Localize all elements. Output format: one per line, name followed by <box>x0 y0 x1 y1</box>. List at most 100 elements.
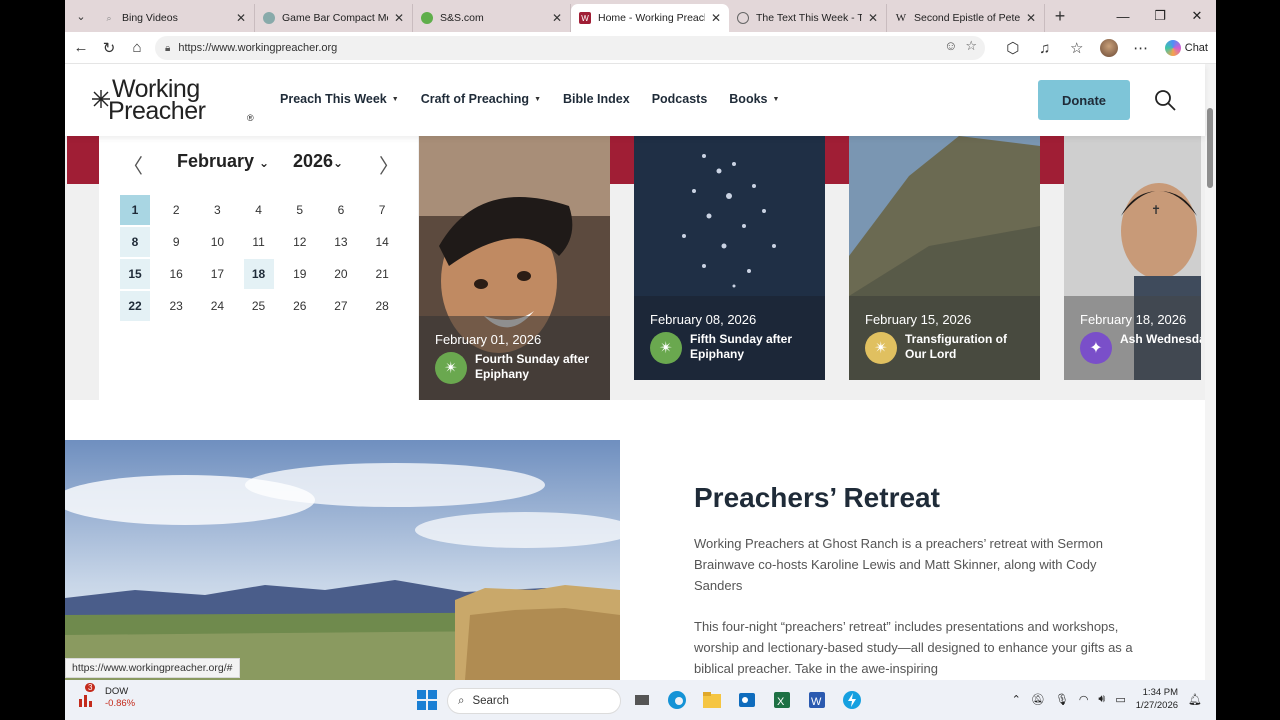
tab-textweek[interactable]: The Text This Week - Textweek ✕ <box>729 4 887 32</box>
refresh-icon[interactable]: ↻ <box>95 34 123 62</box>
tab-wikipedia[interactable]: W Second Epistle of Peter - Wikipedia ✕ <box>887 4 1045 32</box>
calendar-day[interactable]: 19 <box>285 259 315 289</box>
event-card-2[interactable]: February 08, 2026 ✴︎ Fifth Sunday after … <box>634 136 825 380</box>
retreat-paragraph-2: This four-night “preachers’ retreat” inc… <box>694 619 1133 676</box>
nav-craft-of-preaching[interactable]: Craft of Preaching ▼ <box>421 92 541 106</box>
url-text[interactable]: https://www.workingpreacher.org <box>178 42 337 54</box>
working-preacher-icon: W <box>579 12 591 24</box>
calendar-day[interactable]: 13 <box>326 227 356 257</box>
calendar-day[interactable]: 22 <box>120 291 150 321</box>
calendar-day[interactable]: 3 <box>202 195 232 225</box>
close-icon[interactable]: ✕ <box>552 11 562 25</box>
edge-browser-icon[interactable] <box>666 689 688 711</box>
close-icon[interactable]: ✕ <box>868 11 878 25</box>
nav-bible-index[interactable]: Bible Index <box>563 92 630 106</box>
calendar-day[interactable]: 15 <box>120 259 150 289</box>
profile-button[interactable] <box>1095 34 1123 62</box>
tab-bing-videos[interactable]: ⌕ Bing Videos ✕ <box>95 4 255 32</box>
calendar-day[interactable]: 4 <box>244 195 274 225</box>
excel-icon[interactable]: X <box>771 689 793 711</box>
calendar-day[interactable]: 23 <box>161 291 191 321</box>
calendar-day[interactable]: 2 <box>161 195 191 225</box>
calendar-day[interactable]: 10 <box>202 227 232 257</box>
extensions-icon[interactable]: ⬡ <box>999 34 1027 62</box>
close-icon[interactable]: ✕ <box>236 11 246 25</box>
tab-sands[interactable]: S&S.com ✕ <box>413 4 571 32</box>
stock-change: -0.86% <box>105 698 136 709</box>
tab-game-bar[interactable]: Game Bar Compact Mode ✕ <box>255 4 413 32</box>
event-card-4[interactable]: ✝ February 18, 2026 ✦ Ash Wednesday <box>1064 136 1201 380</box>
calendar-day[interactable]: 12 <box>285 227 315 257</box>
close-icon[interactable]: ✕ <box>711 11 721 25</box>
close-icon[interactable]: ✕ <box>394 11 404 25</box>
calendar-day[interactable]: 5 <box>285 195 315 225</box>
volume-icon[interactable]: 🔊︎ <box>1098 693 1105 706</box>
clock[interactable]: 1:34 PM 1/27/2026 <box>1136 686 1178 712</box>
app-bolt-icon[interactable] <box>841 689 863 711</box>
donate-button[interactable]: Donate <box>1038 80 1130 120</box>
nav-books[interactable]: Books ▼ <box>729 92 779 106</box>
address-bar[interactable]: 🔒︎ https://www.workingpreacher.org ☺ ☆ <box>155 36 985 60</box>
more-options-icon[interactable]: ⋯ <box>1127 34 1155 62</box>
calendar-day[interactable]: 9 <box>161 227 191 257</box>
calendar-day[interactable]: 21 <box>367 259 397 289</box>
site-info-icon[interactable]: 🔒︎ <box>165 43 170 54</box>
calendar-day[interactable]: 16 <box>161 259 191 289</box>
stock-widget[interactable]: 3 DOW -0.86% <box>77 683 136 710</box>
favorite-star-icon[interactable]: ☆ <box>965 38 977 54</box>
next-month-chevron-icon[interactable]: 〉 <box>379 150 399 179</box>
copilot-chat-button[interactable]: Chat <box>1164 40 1208 56</box>
calendar-day[interactable]: 1 <box>120 195 150 225</box>
search-icon[interactable] <box>1153 88 1177 112</box>
calendar-day[interactable]: 11 <box>244 227 274 257</box>
notifications-off-icon[interactable]: 🔕︎ <box>1031 693 1045 706</box>
close-icon[interactable]: ✕ <box>1026 11 1036 25</box>
minimize-button[interactable]: — <box>1105 0 1141 32</box>
restore-button[interactable]: ❐ <box>1142 0 1178 32</box>
month-select[interactable]: February ⌄ <box>177 151 269 172</box>
prev-month-chevron-icon[interactable]: 〈 <box>123 150 143 179</box>
calendar-day[interactable]: 7 <box>367 195 397 225</box>
calendar-day[interactable]: 14 <box>367 227 397 257</box>
start-windows-icon[interactable] <box>416 689 438 711</box>
lectionary-calendar-section: 〈 February ⌄ 2026⌄ 〉 1 2 3 4 5 6 7 8 9 10 11 12 13 14… <box>65 136 1205 400</box>
home-icon[interactable]: ⌂ <box>123 34 151 62</box>
close-window-button[interactable]: ✕ <box>1179 0 1215 32</box>
task-view-icon[interactable] <box>631 689 653 711</box>
calendar-day[interactable]: 25 <box>244 291 274 321</box>
back-arrow-icon[interactable]: ← <box>67 34 95 62</box>
file-explorer-icon[interactable] <box>701 689 723 711</box>
scrollbar-thumb[interactable] <box>1207 108 1213 188</box>
tab-label: Bing Videos <box>122 12 178 24</box>
calendar-day[interactable]: 6 <box>326 195 356 225</box>
calendar-day[interactable]: 20 <box>326 259 356 289</box>
favorites-icon[interactable]: ☆ <box>1063 34 1091 62</box>
nav-podcasts[interactable]: Podcasts <box>652 92 708 106</box>
calendar-day[interactable]: 8 <box>120 227 150 257</box>
calendar-day[interactable]: 17 <box>202 259 232 289</box>
calendar-day[interactable]: 27 <box>326 291 356 321</box>
tab-actions-chevron-icon[interactable]: ⌄ <box>67 4 95 28</box>
calendar-day[interactable]: 26 <box>285 291 315 321</box>
year-select[interactable]: 2026⌄ <box>293 151 343 172</box>
calendar-day[interactable]: 24 <box>202 291 232 321</box>
notification-bell-icon[interactable]: 🔔︎ <box>1188 693 1202 706</box>
wifi-icon[interactable]: ◠ <box>1079 693 1089 706</box>
taskbar-search[interactable]: ⌕ Search <box>447 688 621 714</box>
new-tab-button[interactable]: + <box>1045 6 1075 27</box>
tab-working-preacher[interactable]: W Home - Working Preacher ✕ <box>571 4 729 32</box>
nav-preach-this-week[interactable]: Preach This Week ▼ <box>280 92 399 106</box>
chevron-up-icon[interactable]: ⌃ <box>1012 693 1021 706</box>
event-card-1[interactable]: February 01, 2026 ✴︎ Fourth Sunday after… <box>419 136 610 400</box>
word-icon[interactable]: W <box>806 689 828 711</box>
outlook-icon[interactable] <box>736 689 758 711</box>
browser-essentials-icon[interactable]: ♫ <box>1031 34 1059 62</box>
event-card-3[interactable]: February 15, 2026 ✴︎ Transfiguration of … <box>849 136 1040 380</box>
read-aloud-icon[interactable]: ☺ <box>944 38 957 54</box>
working-preacher-logo[interactable]: Working Preacher ® <box>90 75 254 125</box>
calendar-day[interactable]: 18 <box>243 259 274 289</box>
calendar-day[interactable]: 28 <box>367 291 397 321</box>
microphone-icon[interactable]: 🎙︎ <box>1055 693 1069 706</box>
battery-icon[interactable]: ▭ <box>1115 693 1125 706</box>
page-scrollbar[interactable] <box>1205 64 1216 680</box>
